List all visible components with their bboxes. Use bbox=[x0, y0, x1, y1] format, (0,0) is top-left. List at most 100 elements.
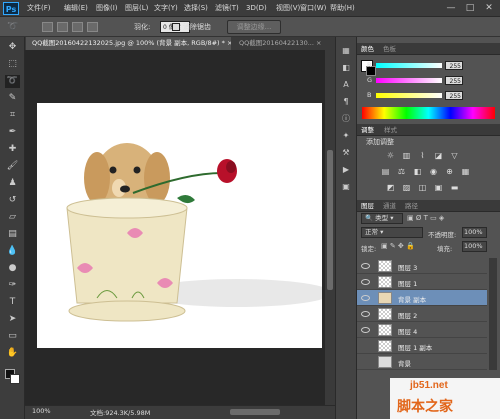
type-tool-icon[interactable]: T bbox=[5, 296, 20, 309]
menu-3d[interactable]: 3D(D) bbox=[246, 3, 267, 14]
antialias-checkbox[interactable] bbox=[172, 23, 180, 31]
subtract-selection-icon[interactable] bbox=[72, 22, 83, 32]
photo-filter-icon[interactable]: ◉ bbox=[428, 166, 439, 177]
eye-icon[interactable] bbox=[361, 311, 370, 317]
refine-edge-button[interactable]: 调整边缘... bbox=[227, 20, 281, 34]
history-brush-tool-icon[interactable]: ↺ bbox=[5, 194, 20, 207]
document-tab-active[interactable]: QQ截图20160422132025.jpg @ 100% (背景 副本, RG… bbox=[26, 37, 231, 50]
layer-row[interactable] bbox=[357, 354, 487, 370]
menu-file[interactable]: 文件(F) bbox=[27, 3, 51, 14]
document-canvas[interactable] bbox=[37, 103, 332, 348]
opacity-input[interactable]: 100% bbox=[462, 227, 487, 238]
paragraph-icon[interactable]: ¶ bbox=[340, 96, 352, 107]
tab-layers[interactable]: 图层 bbox=[361, 200, 374, 212]
tab-styles[interactable]: 样式 bbox=[384, 124, 397, 136]
layer-row[interactable] bbox=[357, 322, 487, 338]
menu-type[interactable]: 文字(Y) bbox=[154, 3, 178, 14]
menu-view[interactable]: 视图(V) bbox=[276, 3, 300, 14]
horizontal-scroll-thumb[interactable] bbox=[230, 409, 280, 415]
layer-comps-icon[interactable]: ▣ bbox=[340, 181, 352, 192]
eye-icon[interactable] bbox=[361, 295, 370, 301]
layer-row[interactable] bbox=[357, 258, 487, 274]
layer-filter-select[interactable]: 🔍 类型 ▾ bbox=[361, 213, 403, 224]
gradient-map-icon[interactable]: ▬ bbox=[449, 182, 460, 193]
menu-help[interactable]: 帮助(H) bbox=[330, 3, 355, 14]
properties-icon[interactable]: ◧ bbox=[340, 62, 352, 73]
black-white-icon[interactable]: ◧ bbox=[412, 166, 423, 177]
quick-select-tool-icon[interactable]: ✎ bbox=[5, 92, 20, 105]
channel-slider-g[interactable] bbox=[376, 78, 442, 83]
lasso-tool-icon[interactable]: ➰ bbox=[5, 75, 20, 88]
actions-icon[interactable]: ▶ bbox=[340, 164, 352, 175]
tab-adjustments[interactable]: 调整 bbox=[361, 124, 374, 136]
crop-tool-icon[interactable]: ⌗ bbox=[5, 109, 20, 122]
shape-tool-icon[interactable]: ▭ bbox=[5, 330, 20, 343]
pen-tool-icon[interactable]: ✑ bbox=[5, 279, 20, 292]
add-selection-icon[interactable] bbox=[57, 22, 68, 32]
brush-tool-icon[interactable]: 🖌 bbox=[5, 160, 20, 173]
menu-edit[interactable]: 编辑(E) bbox=[64, 3, 88, 14]
channel-value-g[interactable]: 255 bbox=[445, 76, 463, 85]
info-icon[interactable]: ⓘ bbox=[340, 113, 352, 124]
hand-tool-icon[interactable]: ✋ bbox=[5, 347, 20, 360]
maximize-icon[interactable]: □ bbox=[461, 2, 479, 14]
channel-value-r[interactable]: 255 bbox=[445, 61, 463, 70]
color-spectrum-ramp[interactable] bbox=[362, 107, 495, 119]
move-tool-icon[interactable]: ✥ bbox=[5, 41, 20, 54]
eraser-tool-icon[interactable]: ▱ bbox=[5, 211, 20, 224]
tab-close-icon[interactable]: × bbox=[227, 39, 231, 47]
dodge-tool-icon[interactable]: ● bbox=[5, 262, 20, 275]
eyedropper-tool-icon[interactable]: ✒ bbox=[5, 126, 20, 139]
menu-filter[interactable]: 滤镜(T) bbox=[215, 3, 239, 14]
channel-value-b[interactable]: 255 bbox=[445, 91, 463, 100]
brush-preset-icon[interactable]: ✦ bbox=[340, 130, 352, 141]
menu-image[interactable]: 图像(I) bbox=[96, 3, 118, 14]
tab-channels[interactable]: 通道 bbox=[383, 200, 396, 212]
blend-mode-select[interactable]: 正常 ▾ bbox=[361, 227, 423, 238]
selective-color-icon[interactable]: ▣ bbox=[433, 182, 444, 193]
lasso-preset-icon[interactable]: ➰ bbox=[5, 21, 21, 33]
posterize-icon[interactable]: ▨ bbox=[401, 182, 412, 193]
vibrance-icon[interactable]: ▽ bbox=[449, 150, 460, 161]
exposure-icon[interactable]: ◪ bbox=[433, 150, 444, 161]
blur-tool-icon[interactable]: 💧 bbox=[5, 245, 20, 258]
tab-paths[interactable]: 路径 bbox=[405, 200, 418, 212]
layer-row[interactable] bbox=[357, 274, 487, 290]
character-icon[interactable]: A bbox=[340, 79, 352, 90]
eye-icon[interactable] bbox=[361, 263, 370, 269]
channel-slider-r[interactable] bbox=[376, 63, 442, 68]
close-window-icon[interactable]: ✕ bbox=[480, 2, 498, 14]
lock-icons[interactable]: ▣ ✎ ✥ 🔒 bbox=[381, 242, 415, 250]
invert-icon[interactable]: ◩ bbox=[385, 182, 396, 193]
threshold-icon[interactable]: ◫ bbox=[417, 182, 428, 193]
tab-close-icon[interactable]: × bbox=[316, 39, 321, 47]
layer-filter-icons[interactable]: ▣ Ø T ▭ ◈ bbox=[407, 213, 487, 224]
zoom-level[interactable]: 100% bbox=[32, 407, 51, 415]
tool-preset-icon[interactable]: ⚒ bbox=[340, 147, 352, 158]
vertical-scroll-thumb[interactable] bbox=[327, 150, 333, 290]
new-selection-icon[interactable] bbox=[42, 22, 53, 32]
menu-select[interactable]: 选择(S) bbox=[184, 3, 208, 14]
minimize-icon[interactable]: — bbox=[442, 2, 460, 14]
tab-swatches[interactable]: 色板 bbox=[383, 43, 396, 55]
curves-icon[interactable]: ⌇ bbox=[417, 150, 428, 161]
brightness-icon[interactable]: ☼ bbox=[385, 150, 396, 161]
channel-slider-b[interactable] bbox=[376, 93, 442, 98]
history-icon[interactable]: ▦ bbox=[340, 45, 352, 56]
healing-brush-tool-icon[interactable]: ✚ bbox=[5, 143, 20, 156]
layer-row[interactable] bbox=[357, 306, 487, 322]
color-lookup-icon[interactable]: ▦ bbox=[460, 166, 471, 177]
fill-input[interactable]: 100% bbox=[462, 241, 487, 252]
gradient-tool-icon[interactable]: ▤ bbox=[5, 228, 20, 241]
levels-icon[interactable]: ▥ bbox=[401, 150, 412, 161]
marquee-tool-icon[interactable]: ⬚ bbox=[5, 58, 20, 71]
menu-window[interactable]: 窗口(W) bbox=[300, 3, 326, 14]
intersect-selection-icon[interactable] bbox=[87, 22, 98, 32]
hue-saturation-icon[interactable]: ▤ bbox=[380, 166, 391, 177]
document-size[interactable]: 文档:924.3K/5.98M bbox=[90, 407, 150, 417]
layers-scrollbar[interactable] bbox=[489, 258, 497, 370]
menu-layer[interactable]: 图层(L) bbox=[125, 3, 148, 14]
eye-icon[interactable] bbox=[361, 327, 370, 333]
tab-color[interactable]: 颜色 bbox=[361, 43, 374, 55]
path-select-tool-icon[interactable]: ➤ bbox=[5, 313, 20, 326]
